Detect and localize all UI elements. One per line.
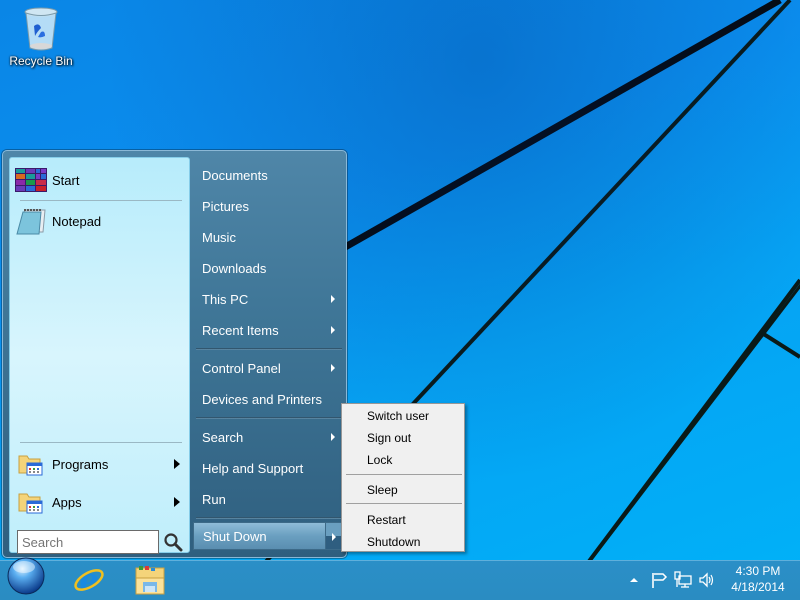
start-search-input[interactable]	[17, 530, 159, 554]
power-menu-item-label: Switch user	[367, 408, 430, 423]
internet-explorer-icon[interactable]: e	[72, 563, 106, 597]
power-menu-item-label: Sleep	[367, 482, 398, 497]
search-icon[interactable]	[163, 532, 183, 552]
submenu-arrow-icon	[331, 326, 335, 334]
submenu-arrow-icon	[174, 497, 180, 507]
right-item-search[interactable]: Search	[193, 423, 343, 451]
right-item-label: Music	[202, 229, 236, 245]
clock-time: 4:30 PM	[735, 564, 781, 578]
show-hidden-icons-icon[interactable]	[628, 575, 640, 585]
windows-start-tiles-icon	[14, 163, 48, 197]
left-item-programs[interactable]: Programs	[14, 446, 186, 482]
programs-folder-icon	[14, 447, 48, 481]
file-explorer-icon[interactable]	[133, 563, 167, 597]
right-item-this-pc[interactable]: This PC	[193, 285, 343, 313]
right-item-label: Pictures	[202, 198, 249, 214]
shut-down-label: Shut Down	[203, 528, 267, 544]
right-item-recent-items[interactable]: Recent Items	[193, 316, 343, 344]
right-item-label: Documents	[202, 167, 268, 183]
pinned-item-notepad[interactable]: Notepad	[14, 203, 186, 239]
pinned-item-label: Start	[52, 172, 80, 188]
left-item-apps[interactable]: Apps	[14, 484, 186, 520]
power-menu-item-label: Sign out	[367, 430, 412, 445]
notepad-icon	[14, 204, 48, 238]
right-item-label: Run	[202, 491, 226, 507]
right-pane-separator	[196, 348, 342, 350]
power-menu-item-lock[interactable]: Lock	[344, 449, 462, 470]
right-item-downloads[interactable]: Downloads	[193, 254, 343, 282]
system-tray	[628, 563, 716, 597]
left-item-label: Apps	[52, 494, 82, 510]
submenu-arrow-icon	[331, 433, 335, 441]
start-menu-left-pane: Start Notepad Programs Apps Search	[9, 157, 190, 554]
left-pane-separator	[20, 442, 182, 443]
right-item-help-and-support[interactable]: Help and Support	[193, 454, 343, 482]
right-pane-separator	[196, 417, 342, 419]
right-item-label: Devices and Printers	[202, 391, 322, 407]
svg-text:e: e	[79, 563, 98, 597]
submenu-arrow-icon	[174, 459, 180, 469]
right-item-devices-and-printers[interactable]: Devices and Printers	[193, 385, 343, 413]
power-menu-separator	[346, 474, 462, 475]
power-menu-item-label: Lock	[367, 452, 393, 467]
right-item-music[interactable]: Music	[193, 223, 343, 251]
power-menu-item-label: Shutdown	[367, 534, 421, 549]
shut-down-button[interactable]: Shut Down	[193, 522, 325, 550]
right-item-pictures[interactable]: Pictures	[193, 192, 343, 220]
power-menu-item-shutdown[interactable]: Shutdown	[344, 531, 462, 552]
submenu-arrow-icon	[331, 295, 335, 303]
right-item-label: This PC	[202, 291, 249, 307]
right-item-label: Help and Support	[202, 460, 304, 476]
power-menu-item-sign-out[interactable]: Sign out	[344, 427, 462, 448]
right-item-documents[interactable]: Documents	[193, 161, 343, 189]
network-icon[interactable]	[674, 571, 692, 589]
volume-icon[interactable]	[698, 571, 716, 589]
right-item-label: Control Panel	[202, 360, 281, 376]
start-orb-button[interactable]	[6, 556, 46, 596]
power-menu-item-label: Restart	[367, 512, 406, 527]
right-item-label: Recent Items	[202, 322, 279, 338]
left-pane-separator	[20, 200, 182, 201]
right-item-run[interactable]: Run	[193, 485, 343, 513]
power-menu-item-sleep[interactable]: Sleep	[344, 479, 462, 500]
start-menu: Start Notepad Programs Apps Search Docum…	[2, 150, 347, 558]
power-menu-item-restart[interactable]: Restart	[344, 509, 462, 530]
power-options-menu: Switch user Sign out Lock Sleep Restart …	[341, 403, 465, 552]
power-menu-item-switch-user[interactable]: Switch user	[344, 405, 462, 426]
power-menu-separator	[346, 503, 462, 504]
action-center-flag-icon[interactable]	[650, 571, 668, 589]
start-menu-right-pane: Documents Pictures Music Downloads This …	[190, 157, 346, 555]
right-item-control-panel[interactable]: Control Panel	[193, 354, 343, 382]
left-item-label: Programs	[52, 456, 109, 472]
taskbar-clock[interactable]: 4:30 PM 4/18/2014	[722, 563, 794, 595]
right-item-label: Downloads	[202, 260, 267, 276]
pinned-item-label: Notepad	[52, 213, 102, 229]
right-pane-separator	[196, 517, 342, 519]
clock-date: 4/18/2014	[731, 580, 785, 594]
apps-folder-icon	[14, 485, 48, 519]
submenu-arrow-icon	[331, 364, 335, 372]
desktop-icon-label: Recycle Bin	[9, 54, 73, 68]
pinned-item-start[interactable]: Start	[14, 162, 186, 198]
desktop-icon-recycle-bin[interactable]: Recycle Bin	[4, 4, 78, 76]
right-item-label: Search	[202, 429, 244, 445]
recycle-bin-icon	[24, 7, 58, 51]
